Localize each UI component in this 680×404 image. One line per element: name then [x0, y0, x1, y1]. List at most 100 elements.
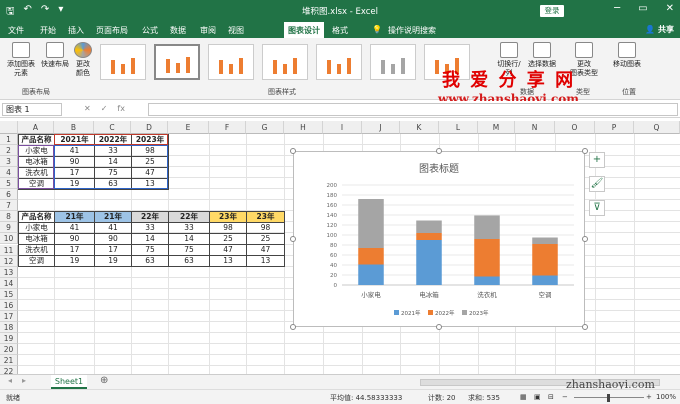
tab-2[interactable]: 插入 [68, 25, 84, 36]
table1-header-cell[interactable]: 2021年 [54, 133, 95, 146]
table2-cell[interactable]: 14 [131, 232, 169, 245]
row-header[interactable]: 15 [0, 288, 18, 300]
table2-header-cell[interactable]: 21年 [54, 210, 95, 223]
column-header[interactable]: E [168, 121, 209, 134]
table2-cell[interactable]: 41 [54, 221, 95, 234]
name-box[interactable]: 图表 1 [2, 103, 62, 116]
table1-cell[interactable]: 75 [94, 166, 132, 179]
chart-style-thumbnail[interactable] [154, 44, 200, 80]
table2-cell[interactable]: 13 [246, 255, 285, 268]
zoom-level[interactable]: 100% [656, 393, 676, 401]
column-header[interactable]: K [400, 121, 439, 134]
table2-cell[interactable]: 63 [168, 255, 210, 268]
row-header[interactable]: 13 [0, 266, 18, 278]
table1-cell[interactable]: 小家电 [18, 144, 55, 157]
table2-cell[interactable]: 75 [168, 243, 210, 257]
table1-cell[interactable]: 14 [94, 155, 132, 168]
page-break-icon[interactable]: ⊟ [548, 393, 554, 401]
tab-9[interactable]: 格式 [332, 25, 348, 36]
table2-cell[interactable]: 75 [131, 243, 169, 257]
table2-cell[interactable]: 14 [168, 232, 210, 245]
table1-header-cell[interactable]: 2023年 [131, 133, 169, 146]
column-header[interactable]: M [478, 121, 515, 134]
row-header[interactable]: 3 [0, 156, 18, 168]
table1-cell[interactable]: 47 [131, 166, 169, 179]
scroll-next-sheet-icon[interactable]: ▸ [22, 376, 26, 385]
column-header[interactable]: O [555, 121, 595, 134]
tab-3[interactable]: 页面布局 [96, 25, 128, 36]
chart-style-thumbnail[interactable] [100, 44, 146, 80]
table1-cell[interactable]: 63 [94, 177, 132, 190]
tab-1[interactable]: 开始 [40, 25, 56, 36]
row-header[interactable]: 1 [0, 134, 18, 146]
table2-cell[interactable]: 25 [246, 232, 285, 245]
chart-style-thumbnail[interactable] [316, 44, 362, 80]
table2-cell[interactable]: 98 [209, 221, 247, 234]
table1-cell[interactable]: 98 [131, 144, 169, 157]
table2-cell[interactable]: 19 [54, 255, 95, 268]
table2-cell[interactable]: 25 [209, 232, 247, 245]
table2-header-cell[interactable]: 22年 [131, 210, 169, 223]
resize-handle-br[interactable] [582, 324, 588, 330]
resize-handle-tr[interactable] [582, 148, 588, 154]
row-header[interactable]: 20 [0, 343, 18, 355]
column-header[interactable]: J [362, 121, 400, 134]
row-header[interactable]: 2 [0, 145, 18, 157]
column-header[interactable]: G [246, 121, 284, 134]
change-colors-button[interactable]: 更改 颜色 [72, 42, 94, 78]
scroll-prev-sheet-icon[interactable]: ◂ [8, 376, 12, 385]
row-header[interactable]: 16 [0, 299, 18, 311]
row-header[interactable]: 8 [0, 211, 18, 223]
table2-cell[interactable]: 41 [94, 221, 132, 234]
column-header[interactable]: L [439, 121, 478, 134]
row-header[interactable]: 17 [0, 310, 18, 322]
zoom-out-icon[interactable]: − [562, 393, 568, 401]
column-header[interactable]: I [323, 121, 362, 134]
column-header[interactable]: D [131, 121, 168, 134]
column-header[interactable]: H [284, 121, 323, 134]
tab-8[interactable]: 图表设计 [284, 22, 324, 38]
tab-6[interactable]: 审阅 [200, 25, 216, 36]
chart-style-thumbnail[interactable] [208, 44, 254, 80]
table2-header-cell[interactable]: 23年 [209, 210, 247, 223]
row-header[interactable]: 5 [0, 178, 18, 190]
row-header[interactable]: 14 [0, 277, 18, 289]
fx-icon[interactable]: fx [117, 104, 125, 113]
tab-5[interactable]: 数据 [170, 25, 186, 36]
table2-cell[interactable]: 空调 [18, 255, 55, 268]
row-header[interactable]: 9 [0, 222, 18, 234]
table2-cell[interactable]: 小家电 [18, 221, 55, 234]
column-header[interactable]: A [18, 121, 54, 134]
close-icon[interactable]: ✕ [666, 3, 674, 14]
table2-cell[interactable]: 98 [246, 221, 285, 234]
table2-cell[interactable]: 47 [246, 243, 285, 257]
add-sheet-icon[interactable]: ⊕ [100, 375, 108, 386]
resize-handle-b[interactable] [436, 324, 442, 330]
select-all-corner[interactable] [0, 121, 18, 134]
row-header[interactable]: 11 [0, 244, 18, 256]
table1-header-cell[interactable]: 2022年 [94, 133, 132, 146]
table2-header-cell[interactable]: 产品名称 [18, 210, 55, 223]
table2-cell[interactable]: 19 [94, 255, 132, 268]
column-header[interactable]: B [54, 121, 94, 134]
table1-header-cell[interactable]: 产品名称 [18, 133, 55, 146]
select-data-button[interactable]: 选择数据 [526, 42, 558, 69]
table1-cell[interactable]: 25 [131, 155, 169, 168]
normal-view-icon[interactable]: ▦ [520, 393, 527, 401]
row-header[interactable]: 4 [0, 167, 18, 179]
resize-handle-tl[interactable] [290, 148, 296, 154]
table2-cell[interactable]: 电冰箱 [18, 232, 55, 245]
table1-cell[interactable]: 19 [54, 177, 95, 190]
table2-header-cell[interactable]: 23年 [246, 210, 285, 223]
table2-cell[interactable]: 17 [54, 243, 95, 257]
formula-input[interactable] [148, 103, 678, 116]
row-header[interactable]: 19 [0, 332, 18, 344]
zoom-slider-thumb[interactable] [607, 394, 610, 402]
table1-cell[interactable]: 电冰箱 [18, 155, 55, 168]
row-header[interactable]: 12 [0, 255, 18, 267]
chart-elements-icon[interactable]: + [589, 152, 605, 168]
table1-cell[interactable]: 41 [54, 144, 95, 157]
table1-cell[interactable]: 90 [54, 155, 95, 168]
sheet-tab-sheet1[interactable]: Sheet1 [51, 375, 87, 389]
row-header[interactable]: 18 [0, 321, 18, 333]
